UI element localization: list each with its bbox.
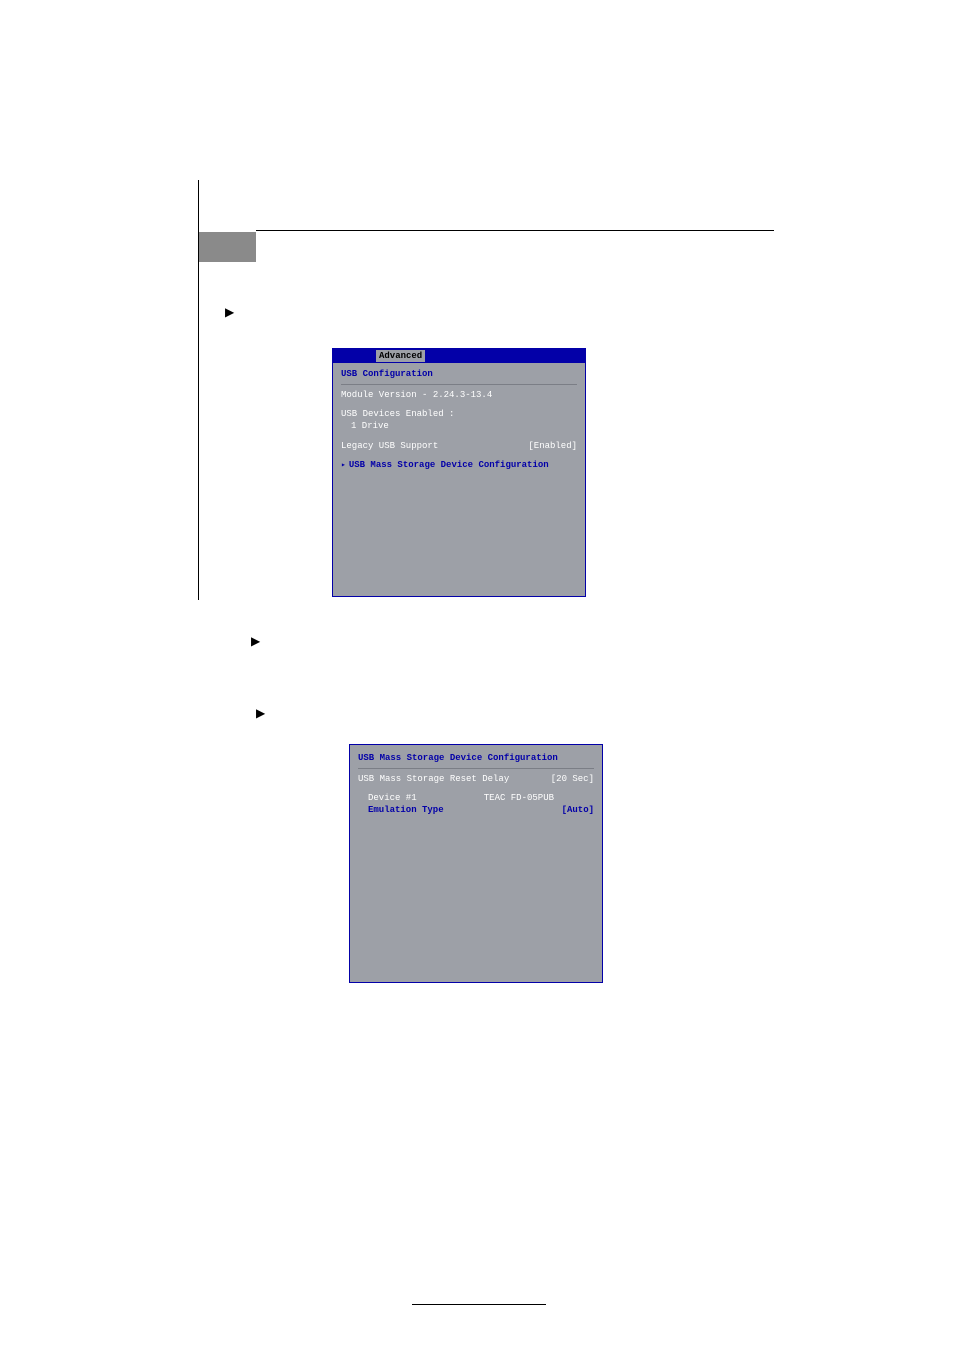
panel-title: USB Configuration [341,369,577,381]
bios-usb-config-panel: Advanced USB Configuration Module Versio… [332,348,586,597]
usb-devices-value: 1 Drive [341,421,577,433]
panel-divider [358,768,594,769]
device-value: TEAC FD-05PUB [484,793,554,805]
reset-delay-value: [20 Sec] [551,774,594,786]
module-version: Module Version - 2.24.3-13.4 [341,390,577,402]
horizontal-divider [256,230,774,231]
tab-advanced: Advanced [375,349,426,362]
triangle-bullet-icon: ▶ [251,634,260,648]
reset-delay-label: USB Mass Storage Reset Delay [358,774,509,786]
legacy-usb-value: [Enabled] [528,441,577,453]
chapter-marker [199,232,256,262]
footer-divider [412,1304,546,1305]
emulation-type-label: Emulation Type [368,805,444,817]
usb-devices-label: USB Devices Enabled : [341,409,577,421]
submenu-usb-mass-storage: USB Mass Storage Device Configuration [341,460,577,472]
triangle-bullet-icon: ▶ [256,706,265,720]
legacy-usb-label: Legacy USB Support [341,441,438,453]
device-label: Device #1 [368,793,417,805]
bios-mass-storage-panel: USB Mass Storage Device Configuration US… [349,744,603,983]
emulation-type-value: [Auto] [562,805,594,817]
panel-divider [341,384,577,385]
triangle-bullet-icon: ▶ [225,305,234,319]
bios-tab-bar: Advanced [333,349,585,363]
panel-title: USB Mass Storage Device Configuration [358,753,594,765]
